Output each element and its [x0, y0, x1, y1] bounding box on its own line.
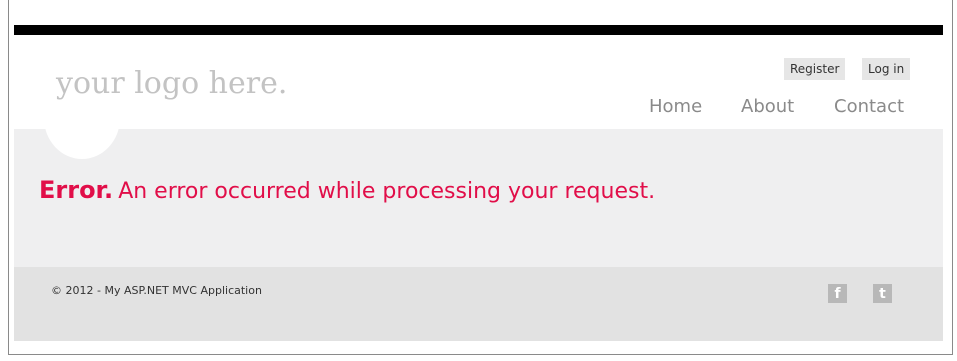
facebook-glyph: f — [834, 286, 841, 302]
login-link[interactable]: Log in — [862, 58, 911, 80]
nav-contact-link[interactable]: Contact — [834, 96, 904, 117]
error-section: Error. An error occurred while processin… — [14, 129, 943, 267]
twitter-icon[interactable]: t — [873, 284, 892, 303]
copyright-text: © 2012 - My ASP.NET MVC Application — [51, 284, 262, 297]
decorative-circle — [44, 129, 120, 159]
register-link[interactable]: Register — [784, 58, 846, 80]
error-message: An error occurred while processing your … — [118, 179, 656, 204]
nav-about-link[interactable]: About — [741, 96, 794, 117]
error-heading: Error. An error occurred while processin… — [39, 176, 655, 204]
nav-home-link[interactable]: Home — [649, 96, 702, 117]
facebook-icon[interactable]: f — [828, 284, 847, 303]
error-title: Error. — [39, 176, 114, 204]
top-bar — [14, 25, 943, 35]
site-logo[interactable]: your logo here. — [56, 66, 287, 101]
twitter-glyph: t — [879, 286, 886, 302]
site-footer: © 2012 - My ASP.NET MVC Application f t — [14, 267, 943, 341]
